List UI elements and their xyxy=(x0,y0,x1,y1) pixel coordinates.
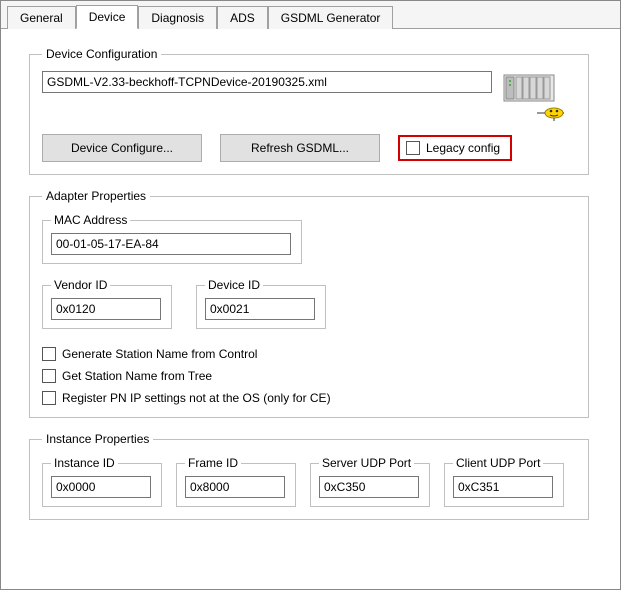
device-id-legend: Device ID xyxy=(205,278,263,292)
tab-content: Device Configuration xyxy=(1,29,620,546)
tab-ads[interactable]: ADS xyxy=(217,6,268,29)
mac-address-legend: MAC Address xyxy=(51,213,130,227)
vendor-id-group: Vendor ID xyxy=(42,278,172,329)
client-udp-port-legend: Client UDP Port xyxy=(453,456,543,470)
client-udp-port-input[interactable] xyxy=(453,476,553,498)
get-station-name-checkbox[interactable] xyxy=(42,369,56,383)
legacy-config-highlight: Legacy config xyxy=(398,135,512,161)
tab-strip: General Device Diagnosis ADS GSDML Gener… xyxy=(1,1,620,29)
frame-id-legend: Frame ID xyxy=(185,456,241,470)
instance-properties-legend: Instance Properties xyxy=(42,432,153,446)
device-configuration-legend: Device Configuration xyxy=(42,47,161,61)
device-module-icon xyxy=(502,71,564,124)
device-configure-button[interactable]: Device Configure... xyxy=(42,134,202,162)
tab-gsdml-generator[interactable]: GSDML Generator xyxy=(268,6,394,29)
server-udp-port-legend: Server UDP Port xyxy=(319,456,414,470)
vendor-id-input[interactable] xyxy=(51,298,161,320)
register-pn-ip-checkbox[interactable] xyxy=(42,391,56,405)
adapter-properties-group: Adapter Properties MAC Address Vendor ID… xyxy=(29,189,589,418)
tab-device[interactable]: Device xyxy=(76,5,139,29)
get-station-name-label: Get Station Name from Tree xyxy=(62,369,212,383)
instance-id-group: Instance ID xyxy=(42,456,162,507)
mac-address-input[interactable] xyxy=(51,233,291,255)
generate-station-name-checkbox[interactable] xyxy=(42,347,56,361)
device-id-group: Device ID xyxy=(196,278,326,329)
adapter-properties-legend: Adapter Properties xyxy=(42,189,150,203)
device-configuration-group: Device Configuration xyxy=(29,47,589,175)
vendor-id-legend: Vendor ID xyxy=(51,278,110,292)
instance-id-legend: Instance ID xyxy=(51,456,118,470)
tab-diagnosis[interactable]: Diagnosis xyxy=(138,6,217,29)
frame-id-input[interactable] xyxy=(185,476,285,498)
client-udp-port-group: Client UDP Port xyxy=(444,456,564,507)
tab-general[interactable]: General xyxy=(7,6,76,29)
instance-properties-group: Instance Properties Instance ID Frame ID… xyxy=(29,432,589,520)
legacy-config-checkbox[interactable] xyxy=(406,141,420,155)
legacy-config-label: Legacy config xyxy=(426,141,500,155)
instance-id-input[interactable] xyxy=(51,476,151,498)
generate-station-name-label: Generate Station Name from Control xyxy=(62,347,257,361)
server-udp-port-group: Server UDP Port xyxy=(310,456,430,507)
gsdml-filename-input[interactable] xyxy=(42,71,492,93)
frame-id-group: Frame ID xyxy=(176,456,296,507)
refresh-gsdml-button[interactable]: Refresh GSDML... xyxy=(220,134,380,162)
register-pn-ip-label: Register PN IP settings not at the OS (o… xyxy=(62,391,331,405)
mac-address-group: MAC Address xyxy=(42,213,302,264)
device-id-input[interactable] xyxy=(205,298,315,320)
server-udp-port-input[interactable] xyxy=(319,476,419,498)
